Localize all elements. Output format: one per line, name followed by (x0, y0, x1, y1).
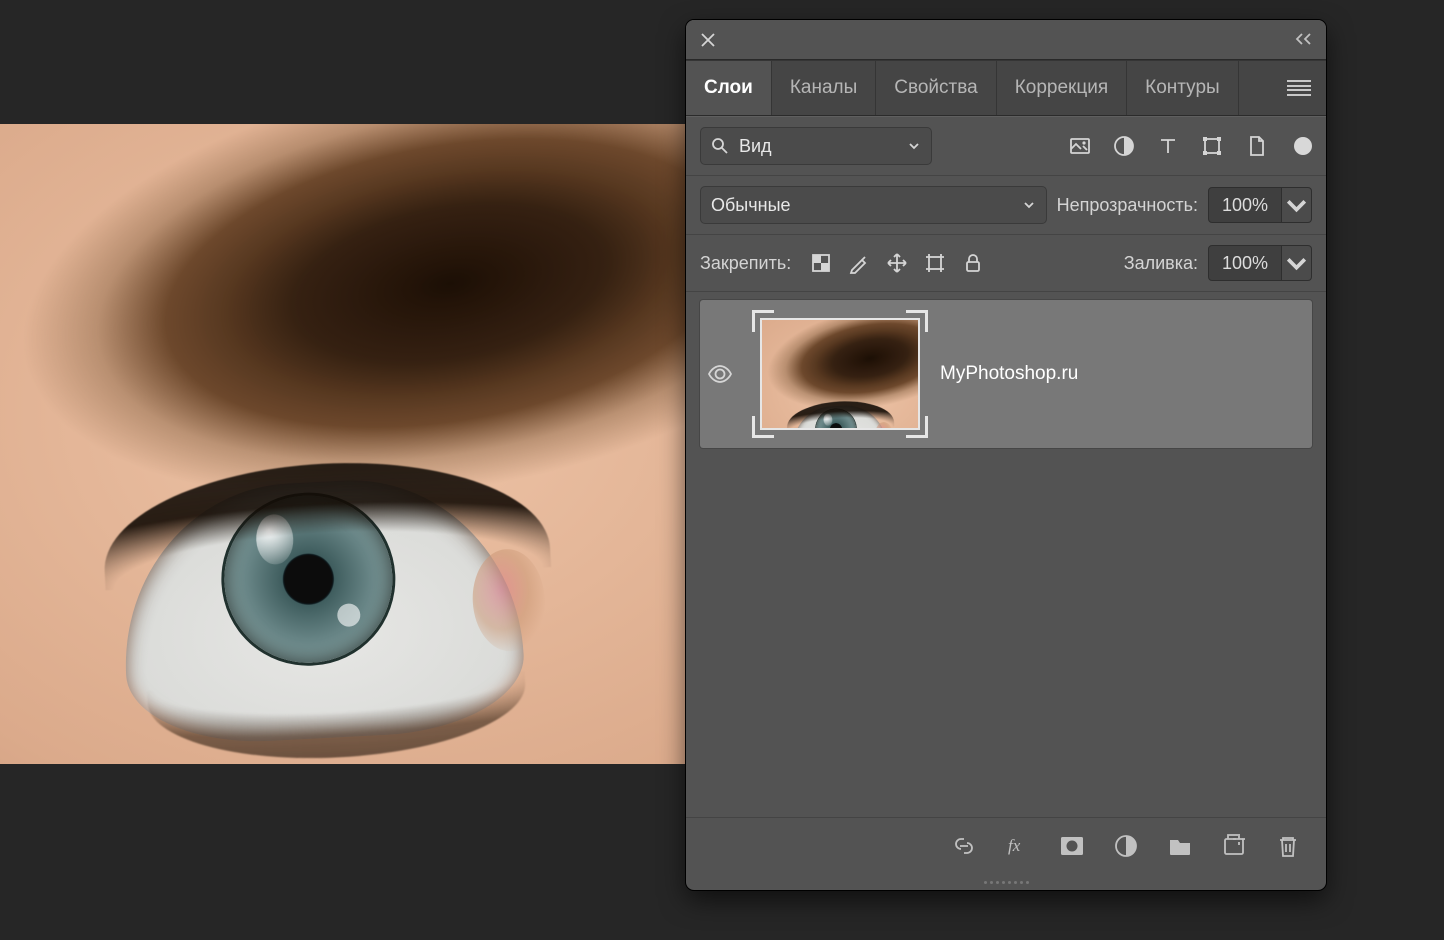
layers-panel: Слои Каналы Свойства Коррекция Контуры В… (686, 20, 1326, 890)
close-icon[interactable] (700, 32, 716, 48)
tab-properties[interactable]: Свойства (876, 61, 996, 115)
add-mask-button[interactable] (1058, 832, 1086, 860)
layers-list[interactable]: MyPhotoshop.ru (686, 292, 1326, 817)
search-label: Вид (739, 136, 772, 157)
search-icon (711, 137, 729, 155)
lock-transparency-icon[interactable] (809, 251, 833, 275)
filter-row: Вид (686, 116, 1326, 176)
visibility-toggle[interactable] (700, 360, 740, 388)
svg-text:fx: fx (1008, 836, 1021, 855)
fill-value: 100% (1222, 253, 1268, 274)
tab-paths[interactable]: Контуры (1127, 61, 1239, 115)
panel-titlebar[interactable] (686, 20, 1326, 60)
collapse-icon[interactable] (1294, 32, 1314, 46)
filter-pixel-icon[interactable] (1068, 134, 1092, 158)
fill-input[interactable]: 100% (1208, 245, 1282, 281)
opacity-value: 100% (1222, 195, 1268, 216)
group-button[interactable] (1166, 832, 1194, 860)
filter-toggle[interactable] (1288, 134, 1312, 158)
tab-label: Коррекция (1015, 77, 1108, 99)
fill-stepper[interactable] (1282, 245, 1312, 281)
delete-layer-button[interactable] (1274, 832, 1302, 860)
blend-mode-select[interactable]: Обычные (700, 186, 1047, 224)
filter-smart-icon[interactable] (1244, 134, 1268, 158)
tab-label: Свойства (894, 77, 977, 99)
lock-position-icon[interactable] (885, 251, 909, 275)
layer-fx-button[interactable]: fx (1004, 832, 1032, 860)
filter-shape-icon[interactable] (1200, 134, 1224, 158)
link-layers-button[interactable] (950, 832, 978, 860)
chevron-down-icon (1022, 198, 1036, 212)
new-layer-button[interactable] (1220, 832, 1248, 860)
opacity-label: Непрозрачность: (1057, 195, 1198, 216)
tab-channels[interactable]: Каналы (772, 61, 876, 115)
layer-search[interactable]: Вид (700, 127, 932, 165)
tab-label: Контуры (1145, 77, 1220, 99)
lock-artboard-icon[interactable] (923, 251, 947, 275)
opacity-stepper[interactable] (1282, 187, 1312, 223)
tab-layers[interactable]: Слои (686, 61, 772, 115)
layer-row[interactable]: MyPhotoshop.ru (700, 300, 1312, 448)
tab-label: Каналы (790, 77, 857, 99)
menu-icon (1287, 80, 1311, 96)
blend-mode-value: Обычные (711, 195, 791, 216)
panel-footer: fx (686, 817, 1326, 874)
eye-icon (706, 360, 734, 388)
lock-label: Закрепить: (700, 253, 791, 274)
toggle-dot-icon (1294, 137, 1312, 155)
blend-row: Обычные Непрозрачность: 100% (686, 176, 1326, 235)
canvas-image[interactable] (0, 124, 686, 764)
opacity-input[interactable]: 100% (1208, 187, 1282, 223)
resize-grip[interactable] (686, 874, 1326, 890)
layer-thumbnail[interactable] (760, 318, 920, 430)
tab-label: Слои (704, 77, 753, 99)
panel-tabs: Слои Каналы Свойства Коррекция Контуры (686, 60, 1326, 116)
panel-menu-button[interactable] (1284, 61, 1314, 115)
layer-name[interactable]: MyPhotoshop.ru (940, 363, 1078, 385)
lock-all-icon[interactable] (961, 251, 985, 275)
adjustment-layer-button[interactable] (1112, 832, 1140, 860)
tab-adjustments[interactable]: Коррекция (997, 61, 1127, 115)
fill-label: Заливка: (1124, 253, 1198, 274)
chevron-down-icon (907, 139, 921, 153)
filter-adjust-icon[interactable] (1112, 134, 1136, 158)
lock-row: Закрепить: Заливка: 100% (686, 235, 1326, 292)
lock-pixels-icon[interactable] (847, 251, 871, 275)
eye-photo (0, 124, 686, 764)
filter-text-icon[interactable] (1156, 134, 1180, 158)
